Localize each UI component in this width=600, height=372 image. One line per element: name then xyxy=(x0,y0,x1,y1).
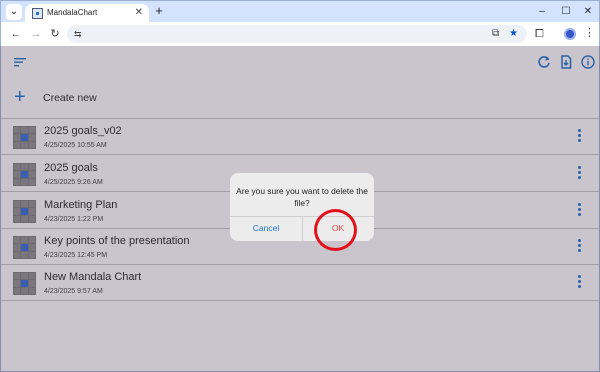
browser-menu-icon[interactable]: ⋮ xyxy=(584,26,595,40)
cancel-button[interactable]: Cancel xyxy=(230,216,302,241)
new-tab-button[interactable]: + xyxy=(152,4,166,18)
site-info-icon[interactable]: ⇆ xyxy=(74,27,82,41)
extensions-icon[interactable]: ⧠ xyxy=(535,27,544,41)
dialog-message: Are you sure you want to delete the file… xyxy=(236,186,368,208)
maximize-button[interactable]: ☐ xyxy=(559,5,573,19)
minimize-button[interactable]: – xyxy=(535,5,549,19)
mandala-favicon-icon xyxy=(32,8,43,19)
reload-button[interactable]: ↻ xyxy=(48,27,62,41)
browser-toolbar: ← → ↻ ⇆ ⧉ ★ ⧠ ⋮ xyxy=(0,22,600,46)
forward-button[interactable]: → xyxy=(29,27,43,41)
highlight-circle xyxy=(314,209,357,251)
close-window-button[interactable]: ✕ xyxy=(581,5,595,19)
back-button[interactable]: ← xyxy=(9,27,23,41)
tab-search-button[interactable]: ⌄ xyxy=(6,4,22,20)
profile-avatar[interactable] xyxy=(564,28,576,40)
tab-close-icon[interactable]: ✕ xyxy=(135,7,143,19)
browser-title-bar: ⌄ MandalaChart ✕ + – ☐ ✕ xyxy=(0,0,600,23)
bookmark-star-icon[interactable]: ★ xyxy=(509,27,518,41)
install-app-icon[interactable]: ⧉ xyxy=(492,27,499,41)
tab-title: MandalaChart xyxy=(47,8,98,17)
address-bar[interactable]: ⇆ ⧉ ★ xyxy=(67,25,527,43)
browser-tab[interactable]: MandalaChart ✕ xyxy=(25,4,149,23)
